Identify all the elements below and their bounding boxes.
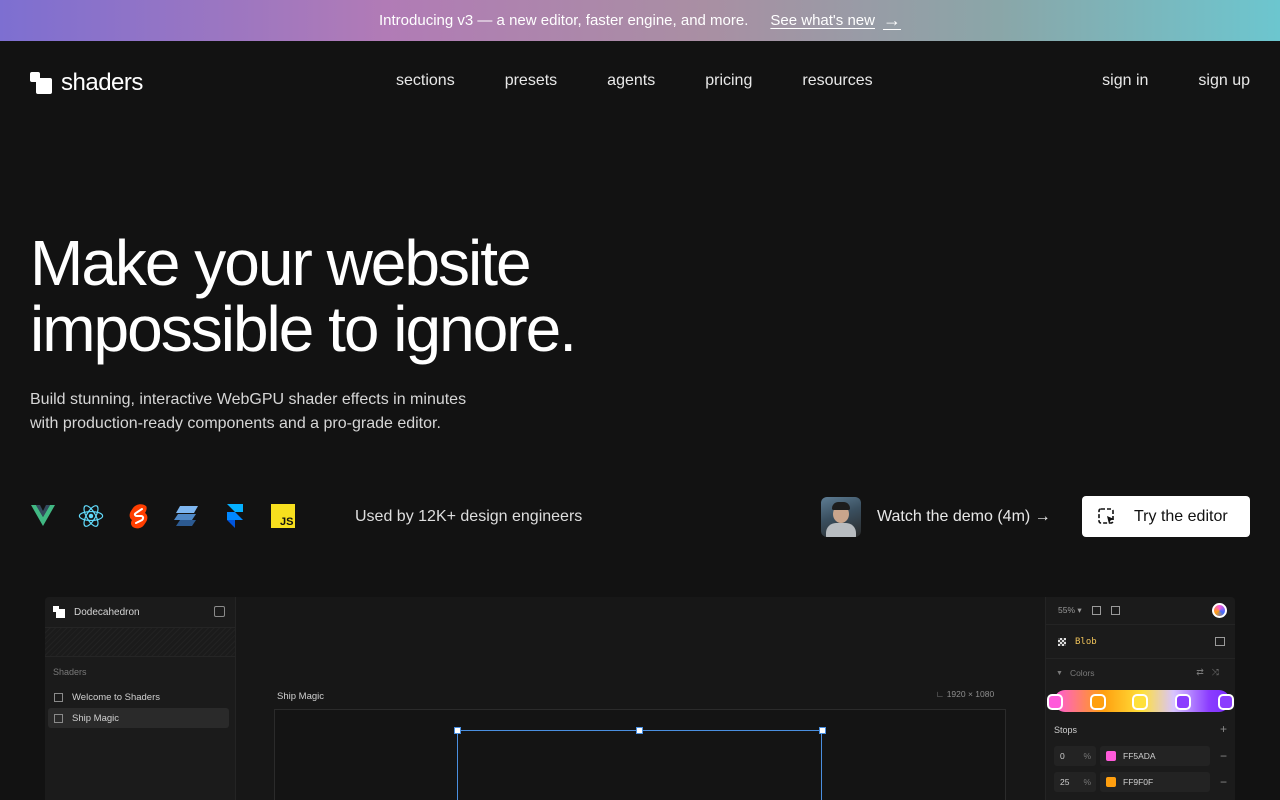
canvas-label: Ship Magic <box>277 691 324 702</box>
see-whats-new-link[interactable]: See what's new → <box>770 10 901 31</box>
percent-unit: % <box>1083 777 1091 787</box>
checker-icon <box>1058 637 1066 646</box>
framer-icon <box>222 503 248 529</box>
fit-icon[interactable] <box>1091 606 1101 615</box>
gradient-stop-knob[interactable] <box>1047 694 1063 710</box>
hero-title-line-2: impossible to ignore. <box>30 293 577 365</box>
watch-demo-link[interactable]: Watch the demo (4m) → <box>821 497 1051 537</box>
nav-links: sections presets agents pricing resource… <box>396 72 923 90</box>
remove-stop-icon[interactable]: − <box>1220 749 1227 763</box>
announcement-message: Introducing v3 — a new editor, faster en… <box>379 12 749 29</box>
resize-handle-tl[interactable] <box>454 727 461 734</box>
ruler-icon: ∟ <box>936 689 947 699</box>
stop-color-input[interactable]: FF9F0F <box>1100 772 1210 792</box>
try-editor-button[interactable]: Try the editor <box>1082 496 1250 537</box>
nav-link-sections[interactable]: sections <box>396 72 455 90</box>
list-item-label: Welcome to Shaders <box>72 691 161 703</box>
nav-link-agents[interactable]: agents <box>607 72 655 90</box>
framework-icons: JS <box>30 503 318 529</box>
see-whats-new-label: See what's new <box>770 12 875 29</box>
hero-subtitle-line-2: with production-ready components and a p… <box>30 415 441 432</box>
project-name: Dodecahedron <box>74 606 140 618</box>
list-item-welcome[interactable]: Welcome to Shaders <box>48 687 229 707</box>
color-swatch[interactable] <box>1106 777 1116 787</box>
stop-row: 25% FF9F0F − <box>1054 772 1230 792</box>
social-proof-text: Used by 12K+ design engineers <box>355 508 583 525</box>
try-editor-label: Try the editor <box>1134 507 1228 525</box>
react-icon <box>78 503 104 529</box>
sign-in-link[interactable]: sign in <box>1102 72 1148 90</box>
shaders-logo-icon <box>53 606 65 618</box>
percent-unit: % <box>1083 751 1091 761</box>
selection-box[interactable] <box>457 730 822 800</box>
gradient-stop-knob[interactable] <box>1218 694 1234 710</box>
stop-hex-value: FF5ADA <box>1123 751 1156 761</box>
presenter-avatar <box>821 497 861 537</box>
gradient-stop-knob[interactable] <box>1090 694 1106 710</box>
grid-icon[interactable] <box>1110 606 1120 615</box>
user-avatar[interactable] <box>1212 603 1227 618</box>
canvas-size: 1920 × 1080 <box>946 689 995 699</box>
stop-row: 0% FF5ADA − <box>1054 746 1230 766</box>
shaders-section-label: Shaders <box>53 667 87 677</box>
add-stop-icon[interactable]: + <box>1220 722 1227 736</box>
list-item-label: Ship Magic <box>72 712 119 724</box>
nav-link-pricing[interactable]: pricing <box>705 72 752 90</box>
svg-text:JS: JS <box>280 516 293 528</box>
hero-subtitle: Build stunning, interactive WebGPU shade… <box>30 388 510 436</box>
arrow-right-icon: → <box>882 10 901 30</box>
watch-demo-label: Watch the demo (4m) → <box>877 508 1051 525</box>
stop-color-input[interactable]: FF5ADA <box>1100 746 1210 766</box>
javascript-icon: JS <box>270 503 296 529</box>
nav-link-resources[interactable]: resources <box>802 72 872 90</box>
hero-title: Make your website impossible to ignore. <box>30 227 577 365</box>
announcement-bar: Introducing v3 — a new editor, faster en… <box>0 0 1280 41</box>
docs-icon[interactable] <box>1215 637 1225 646</box>
swap-shuffle-icons[interactable]: ⇄⤨ <box>1196 667 1227 678</box>
stop-position-value: 25 <box>1060 777 1070 787</box>
canvas-dimensions: ∟ 1920 × 1080 <box>936 689 994 699</box>
stop-position-value: 0 <box>1060 751 1065 761</box>
zoom-level: 55% <box>1058 605 1076 615</box>
remove-stop-icon[interactable]: − <box>1220 775 1227 789</box>
list-item-ship-magic[interactable]: Ship Magic <box>48 708 229 728</box>
hero-title-line-1: Make your website <box>30 227 532 299</box>
editor-preview: Dodecahedron Shaders Welcome to Shaders … <box>45 597 1235 800</box>
hatch-divider <box>45 627 235 657</box>
shaders-logo-icon <box>30 72 52 94</box>
brand-logo[interactable]: shaders <box>30 69 143 97</box>
svelte-icon <box>126 503 152 529</box>
layer-name: Blob <box>1075 636 1097 647</box>
chevron-down-icon: ▼ <box>1056 669 1063 677</box>
resize-handle-tr[interactable] <box>819 727 826 734</box>
gradient-stop-knob[interactable] <box>1175 694 1191 710</box>
editor-cursor-icon <box>1098 507 1114 524</box>
frame-icon <box>54 692 63 702</box>
frame-icon <box>54 713 63 723</box>
editor-right-panel: 55% ▾ Blob ▼ Colors ⇄⤨ Stops + 0% FF5ADA… <box>1045 597 1235 800</box>
vue-icon <box>30 503 56 529</box>
stop-position-input[interactable]: 0% <box>1054 746 1096 766</box>
nav-link-presets[interactable]: presets <box>505 72 557 90</box>
editor-left-panel: Dodecahedron Shaders Welcome to Shaders … <box>45 597 236 800</box>
layer-header: Blob <box>1046 625 1235 659</box>
color-swatch[interactable] <box>1106 751 1116 761</box>
stop-hex-value: FF9F0F <box>1123 777 1154 787</box>
stop-position-input[interactable]: 25% <box>1054 772 1096 792</box>
colors-section-header[interactable]: ▼ Colors ⇄⤨ <box>1046 659 1235 687</box>
solid-icon <box>174 503 200 529</box>
resize-handle-top[interactable] <box>636 727 643 734</box>
gradient-stop-knob[interactable] <box>1132 694 1148 710</box>
project-header: Dodecahedron <box>45 597 235 627</box>
stops-label: Stops <box>1054 725 1078 735</box>
colors-label: Colors <box>1069 668 1095 678</box>
top-nav: shaders sections presets agents pricing … <box>0 41 1280 121</box>
zoom-toolbar: 55% ▾ <box>1046 597 1235 625</box>
sidebar-toggle-icon[interactable] <box>214 606 225 617</box>
brand-name: shaders <box>61 69 143 96</box>
auth-links: sign in sign up <box>1052 72 1250 90</box>
hero-subtitle-line-1: Build stunning, interactive WebGPU shade… <box>30 391 467 408</box>
sign-up-link[interactable]: sign up <box>1198 72 1250 90</box>
zoom-select[interactable]: 55% ▾ <box>1058 605 1082 616</box>
